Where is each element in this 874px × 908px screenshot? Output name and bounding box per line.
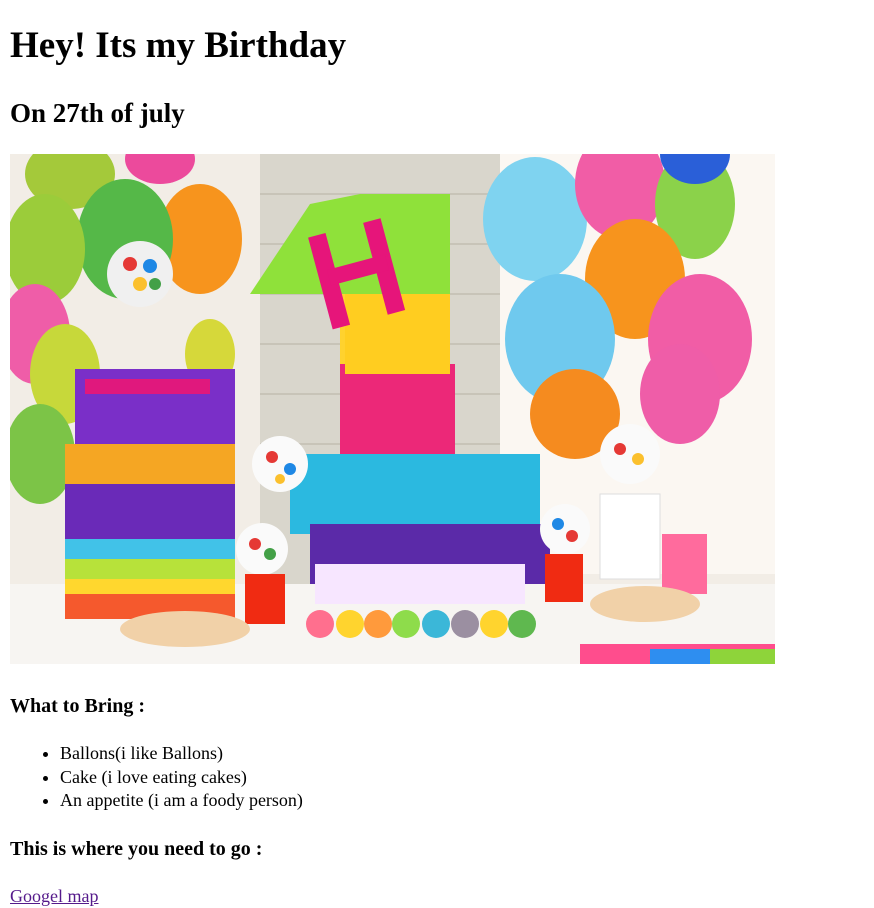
- page-title: Hey! Its my Birthday: [10, 25, 347, 66]
- list-item: Ballons(i like Ballons): [60, 742, 303, 766]
- birthday-party-photo: [10, 154, 775, 664]
- page-subtitle: On 27th of july: [10, 98, 185, 128]
- directions-heading: This is where you need to go :: [10, 838, 263, 860]
- google-map-link[interactable]: Googel map: [10, 885, 98, 907]
- list-item: An appetite (i am a foody person): [60, 789, 303, 813]
- list-item: Cake (i love eating cakes): [60, 766, 303, 790]
- bring-heading: What to Bring :: [10, 695, 145, 717]
- bring-list: Ballons(i like Ballons) Cake (i love eat…: [10, 742, 303, 813]
